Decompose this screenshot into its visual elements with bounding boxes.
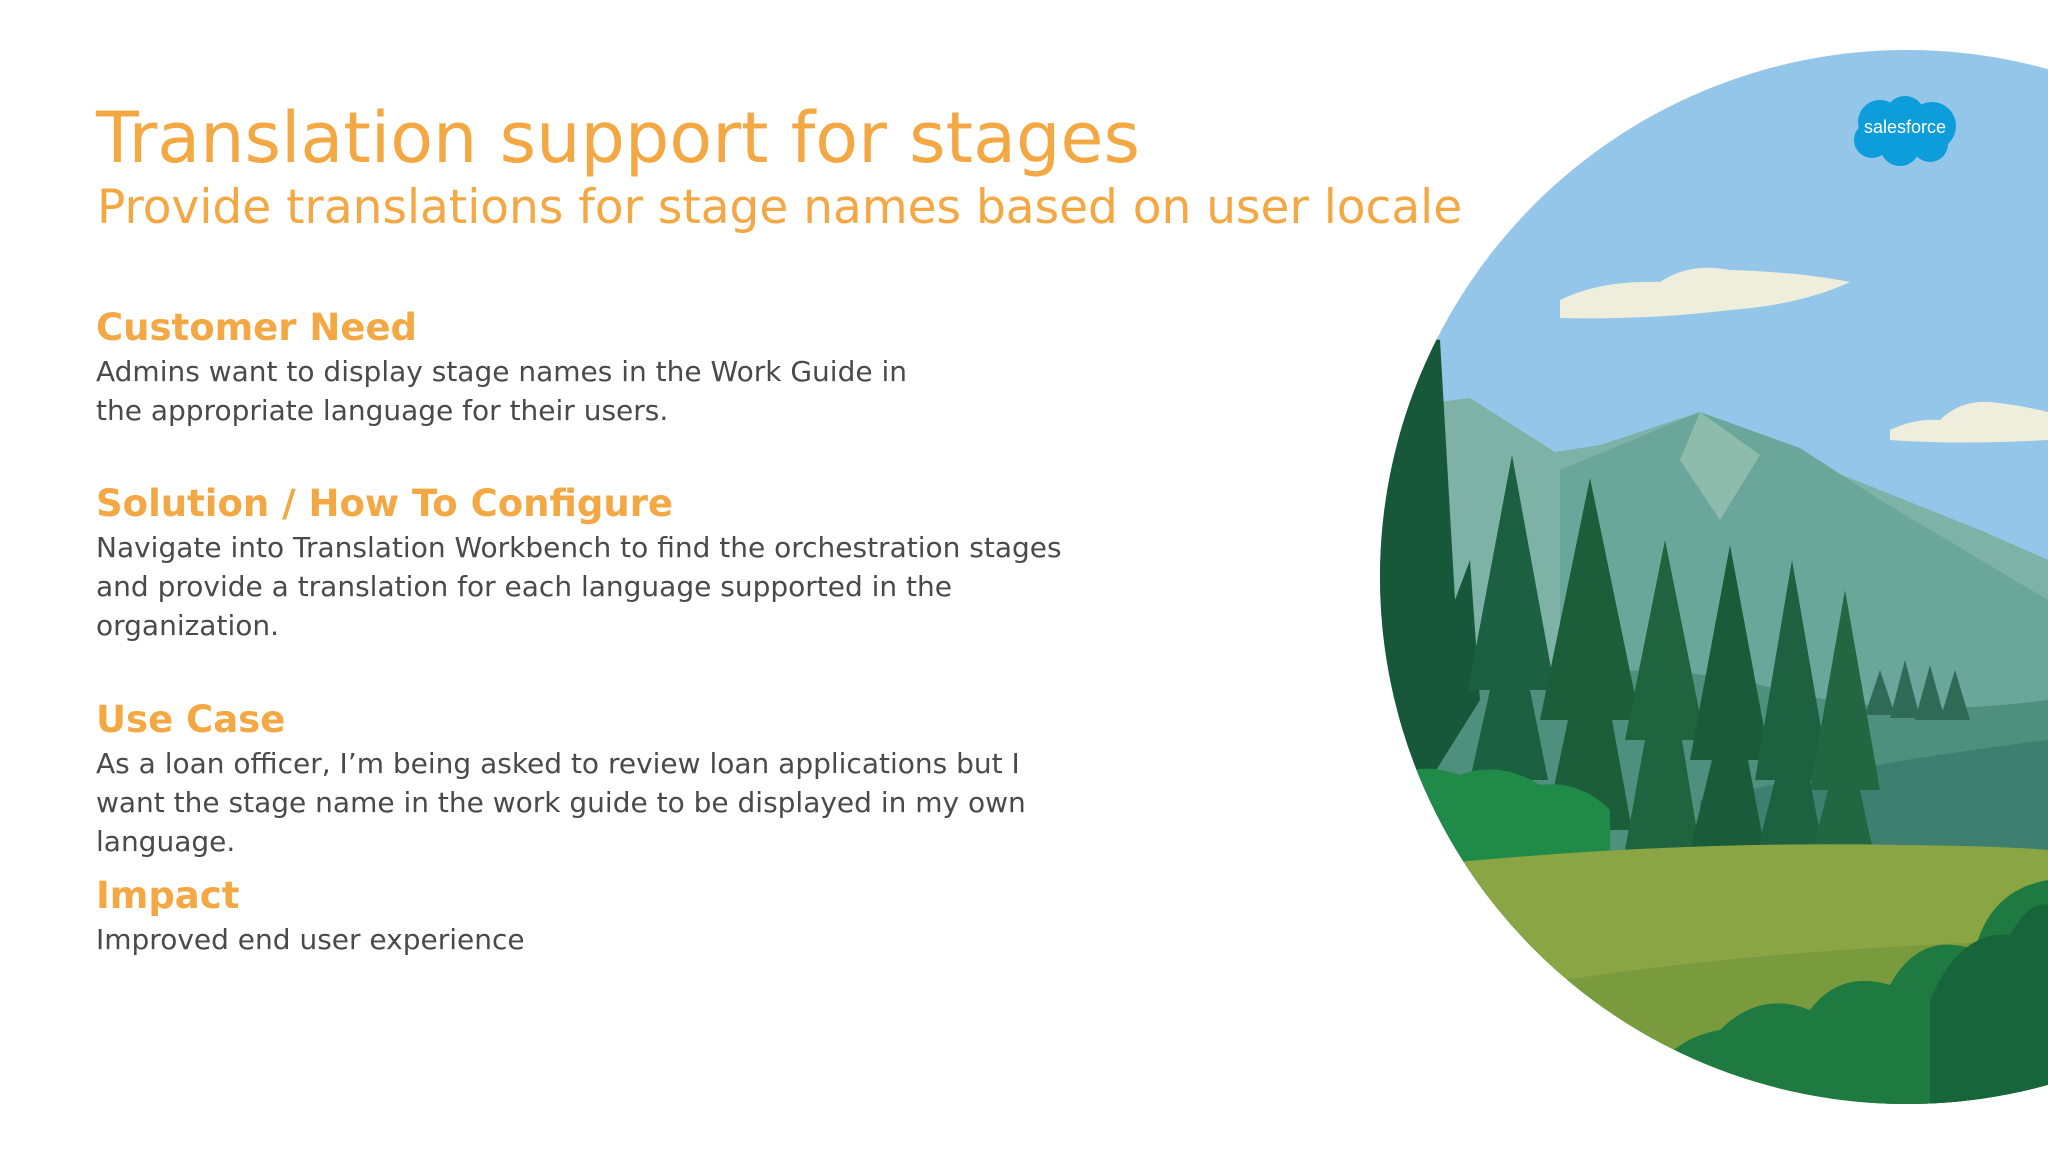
section-body: Admins want to display stage names in th…: [96, 355, 907, 427]
section-body: Navigate into Translation Workbench to f…: [96, 531, 1062, 642]
salesforce-logo-text: salesforce: [1863, 117, 1947, 137]
section-heading: Impact: [96, 874, 240, 917]
section-customer-need: Customer Need Admins want to display sta…: [96, 305, 956, 430]
section-solution: Solution / How To Configure Navigate int…: [96, 481, 1076, 645]
section-body: Improved end user experience: [96, 923, 525, 956]
slide: Translation support for stages Provide t…: [0, 0, 2048, 1152]
section-body: As a loan officer, I’m being asked to re…: [96, 747, 1026, 858]
slide-title: Translation support for stages: [96, 97, 1140, 179]
landscape-illustration: [1380, 50, 2048, 1104]
section-heading: Solution / How To Configure: [96, 482, 674, 525]
section-heading: Customer Need: [96, 306, 418, 349]
section-heading: Use Case: [96, 698, 286, 741]
section-use-case: Use Case As a loan officer, I’m being as…: [96, 697, 1096, 861]
section-impact: Impact Improved end user experience: [96, 873, 1076, 959]
slide-subtitle: Provide translations for stage names bas…: [97, 180, 1463, 235]
